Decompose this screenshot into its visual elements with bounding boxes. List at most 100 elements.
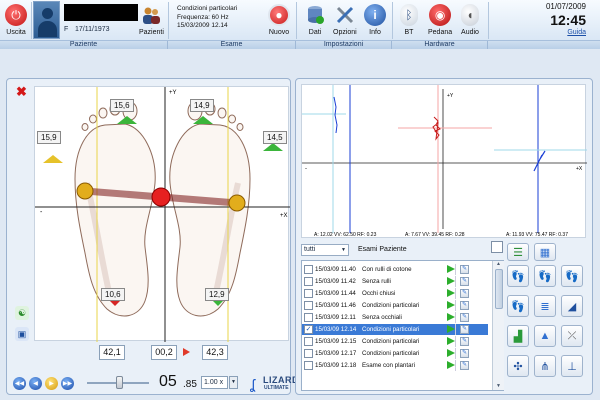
patients-button[interactable]: Pazienti <box>139 4 164 36</box>
exam-description: Senza occhiali <box>362 314 402 321</box>
chevron-down-icon: ▼ <box>341 247 346 253</box>
edit-icon[interactable]: ✎ <box>460 325 469 334</box>
exam-filter-select[interactable]: tutti ▼ <box>301 244 349 256</box>
exit-button[interactable]: ⏻ Uscita <box>5 4 27 36</box>
platform-button[interactable]: ◉ Pedana <box>428 4 452 36</box>
foot-pressure-yellow-icon[interactable]: 👣 <box>534 265 556 287</box>
monitor-icon[interactable]: ▣ <box>15 327 29 341</box>
speed-select[interactable]: 1.00 x <box>201 376 228 389</box>
play-icon[interactable] <box>447 325 455 333</box>
info-button[interactable]: i Info <box>364 4 386 36</box>
exam-row[interactable]: 15/03/09 12.18 Esame con plantari ✎ <box>302 360 488 371</box>
chevron-down-icon[interactable]: ▼ <box>229 376 238 389</box>
foot-blue-icon[interactable]: 👣 <box>561 265 583 287</box>
exam-row[interactable]: 15/03/09 11.46 Condizioni particolari ✎ <box>302 300 488 311</box>
exam-row[interactable]: 15/03/09 12.11 Senza occhiali ✎ <box>302 312 488 323</box>
analysis-panel: +Y +X - A: 12.02 VV: 62.50 RF: 0.23 A: 7… <box>295 78 593 395</box>
left-cop-marker[interactable] <box>76 182 94 200</box>
report-icon[interactable]: ☰ <box>507 243 529 261</box>
play-icon[interactable] <box>447 313 455 321</box>
audio-button[interactable]: ◖ Audio <box>461 4 479 36</box>
separator <box>455 336 456 347</box>
bluetooth-button[interactable]: ᛒ BT <box>400 4 418 36</box>
play-icon[interactable] <box>447 277 455 285</box>
histogram-icon[interactable]: ▟ <box>507 325 529 347</box>
data-button[interactable]: Dati <box>304 4 326 36</box>
sway-path-icon[interactable]: ⤫ <box>561 325 583 347</box>
edit-icon[interactable]: ✎ <box>460 337 469 346</box>
exam-checkbox[interactable] <box>304 313 313 322</box>
edit-icon[interactable]: ✎ <box>460 277 469 286</box>
select-all-checkbox[interactable] <box>491 241 503 253</box>
play-icon[interactable] <box>447 289 455 297</box>
edit-icon[interactable]: ✎ <box>460 361 469 370</box>
cop-axis-icon[interactable]: ⊥ <box>561 355 583 377</box>
separator <box>455 288 456 299</box>
exam-row[interactable]: 15/03/09 11.44 Occhi chiusi ✎ <box>302 288 488 299</box>
grid-view-icon[interactable]: ▦ <box>534 243 556 261</box>
spectrum-icon[interactable]: ▲ <box>534 325 556 347</box>
graph-axis-minus-label: - <box>305 166 307 172</box>
edit-icon[interactable]: ✎ <box>460 349 469 358</box>
edit-icon[interactable]: ✎ <box>460 265 469 274</box>
database-icon <box>304 4 326 26</box>
platform-icon: ◉ <box>429 4 452 26</box>
playback-slider-thumb[interactable] <box>116 376 124 389</box>
fast-forward-icon[interactable]: ▶▶ <box>61 377 74 390</box>
exam-row[interactable]: ✓ 15/03/09 12.14 Condizioni particolari ✎ <box>302 324 488 335</box>
patient-name-redacted <box>64 4 138 21</box>
scroll-down-icon[interactable]: ▼ <box>493 383 504 390</box>
exam-list-header: tutti ▼ Esami Paziente <box>301 244 501 257</box>
global-cop-marker[interactable] <box>151 187 171 207</box>
scroll-up-icon[interactable]: ▲ <box>493 261 504 268</box>
play-icon[interactable] <box>447 301 455 309</box>
edit-icon[interactable]: ✎ <box>460 289 469 298</box>
patient-photo[interactable] <box>33 1 60 39</box>
separator <box>455 360 456 371</box>
exam-list-title: Esami Paziente <box>358 246 407 253</box>
play-icon[interactable] <box>447 361 455 369</box>
foot-panel: ✖ ☯ ▣ +Y +X - 15,6 14,9 15,9 14,5 10,6 1… <box>6 78 299 395</box>
exam-row[interactable]: 15/03/09 11.40 Con rulli di cotone ✎ <box>302 264 488 275</box>
separator <box>392 2 393 39</box>
exam-list-scrollbar[interactable]: ▲ ▼ <box>492 261 504 390</box>
exam-row[interactable]: 15/03/09 11.42 Senza rulli ✎ <box>302 276 488 287</box>
balance-icon[interactable]: ☯ <box>15 306 29 320</box>
play-icon[interactable]: ▶ <box>45 377 58 390</box>
foot-map-icon[interactable]: 👣 <box>507 295 529 317</box>
exam-date: 15/03/09 12.11 <box>315 314 356 321</box>
exam-checkbox[interactable]: ✓ <box>304 325 313 334</box>
cop-trace-icon[interactable]: ✣ <box>507 355 529 377</box>
options-button[interactable]: Opzioni <box>333 4 357 36</box>
edit-icon[interactable]: ✎ <box>460 313 469 322</box>
right-cop-marker[interactable] <box>228 194 246 212</box>
scroll-thumb[interactable] <box>495 269 503 309</box>
area-chart-icon[interactable]: ◢ <box>561 295 583 317</box>
exam-checkbox[interactable] <box>304 361 313 370</box>
exam-checkbox[interactable] <box>304 277 313 286</box>
exam-checkbox[interactable] <box>304 301 313 310</box>
play-icon[interactable] <box>447 349 455 357</box>
exam-checkbox[interactable] <box>304 265 313 274</box>
play-icon[interactable] <box>447 337 455 345</box>
rewind-icon[interactable]: ◀◀ <box>13 377 26 390</box>
workspace: ✖ ☯ ▣ +Y +X - 15,6 14,9 15,9 14,5 10,6 1… <box>0 49 600 400</box>
stats-list-icon[interactable]: ≣ <box>534 295 556 317</box>
cop-compare-icon[interactable]: ⋔ <box>534 355 556 377</box>
analysis-tools: ☰ ▦ 👣 👣 👣 👣 ≣ ◢ ▟ ▲ ⤫ ✣ ⋔ ⊥ <box>507 243 591 391</box>
foot-pressure-red-icon[interactable]: 👣 <box>507 265 529 287</box>
exam-checkbox[interactable] <box>304 337 313 346</box>
foot-diagram: +Y +X - <box>35 87 290 342</box>
play-icon[interactable] <box>447 265 455 273</box>
guide-link[interactable]: Guida <box>546 29 586 36</box>
close-icon[interactable]: ✖ <box>16 84 27 100</box>
edit-icon[interactable]: ✎ <box>460 301 469 310</box>
exam-checkbox[interactable] <box>304 289 313 298</box>
separator <box>455 348 456 359</box>
exam-row[interactable]: 15/03/09 12.17 Condizioni particolari ✎ <box>302 348 488 359</box>
new-exam-button[interactable]: ● Nuovo <box>268 4 290 36</box>
graph-axis-x-label: +X <box>576 166 583 172</box>
exam-checkbox[interactable] <box>304 349 313 358</box>
step-back-icon[interactable]: ◀ <box>29 377 42 390</box>
exam-row[interactable]: 15/03/09 12.15 Condizioni particolari ✎ <box>302 336 488 347</box>
